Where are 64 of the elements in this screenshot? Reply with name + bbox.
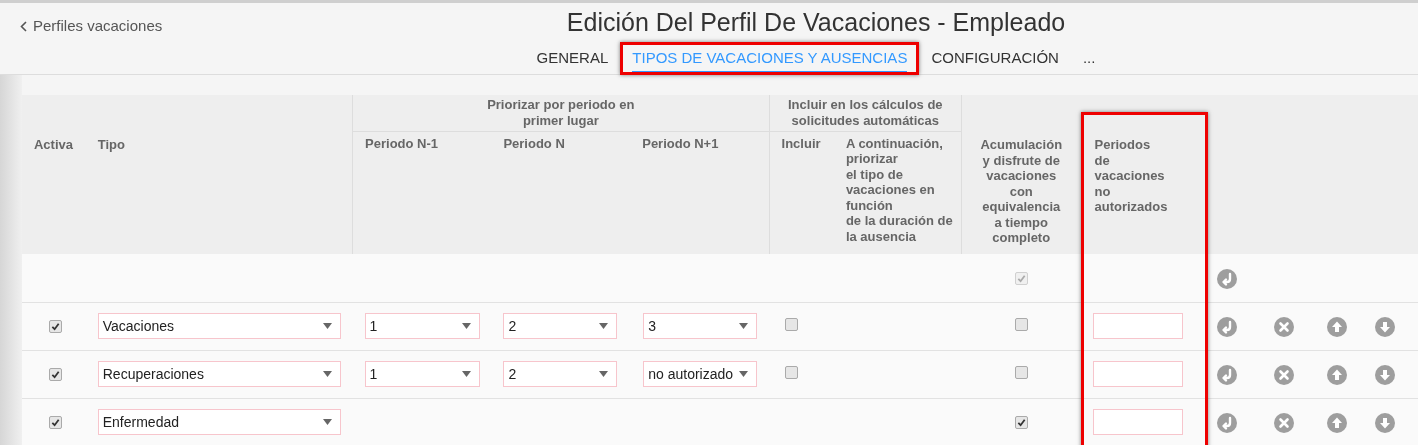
- arrow-down-icon[interactable]: [1375, 316, 1396, 337]
- column-header: Periodos de vacaciones no autorizados: [1094, 137, 1168, 214]
- tab[interactable]: CONFIGURACIÓN: [931, 46, 1059, 73]
- column-header: Periodo N+1: [642, 135, 719, 151]
- delete-icon[interactable]: [1274, 364, 1294, 385]
- column-header: Acumulación y disfrute de vacaciones con equivalencia a tiempo completo: [980, 137, 1063, 245]
- caret-icon: [739, 371, 749, 377]
- input-field[interactable]: [1093, 361, 1184, 387]
- dropdown[interactable]: 3: [643, 313, 758, 339]
- dropdown[interactable]: 1: [364, 313, 480, 339]
- column-header: Incluir: [781, 135, 821, 151]
- arrow-down-icon[interactable]: [1375, 364, 1396, 385]
- caret-icon: [461, 323, 471, 329]
- checkbox[interactable]: [1014, 318, 1028, 331]
- checkbox[interactable]: [1014, 416, 1028, 430]
- back-link[interactable]: Perfiles vacaciones: [20, 15, 163, 38]
- column-header: Tipo: [97, 137, 125, 152]
- caret-icon: [599, 323, 609, 329]
- checkmark-icon: [1016, 273, 1026, 283]
- dropdown[interactable]: Enfermedad: [97, 409, 341, 436]
- return-icon[interactable]: [1217, 413, 1238, 433]
- delete-icon[interactable]: [1274, 316, 1294, 337]
- column-header: Activa: [33, 137, 73, 152]
- arrow-up-icon[interactable]: [1326, 364, 1347, 385]
- caret-icon: [322, 323, 332, 329]
- checkbox[interactable]: [49, 416, 63, 430]
- tab[interactable]: GENERAL: [536, 46, 609, 73]
- arrow-up-icon[interactable]: [1326, 413, 1347, 433]
- caret-icon: [739, 323, 749, 329]
- input-field[interactable]: [1093, 409, 1184, 436]
- dropdown[interactable]: Recuperaciones: [97, 361, 341, 387]
- return-icon[interactable]: [1217, 364, 1238, 385]
- dropdown[interactable]: Vacaciones: [97, 313, 341, 339]
- checkbox[interactable]: [785, 318, 799, 331]
- column-group-header: Priorizar por periodo en primer lugar: [487, 97, 635, 128]
- caret-icon: [322, 371, 332, 377]
- dropdown[interactable]: 1: [364, 361, 480, 387]
- arrow-up-icon[interactable]: [1326, 316, 1347, 337]
- caret-icon: [461, 371, 471, 377]
- page-title: Edición Del Perfil De Vacaciones - Empleado: [566, 7, 1066, 38]
- column-header: A continuación, priorizar el tipo de vacaciones en función de la duración de la ausencia: [845, 135, 954, 244]
- caret-icon: [322, 419, 332, 426]
- checkbox[interactable]: [49, 368, 63, 381]
- checkbox[interactable]: [785, 366, 799, 379]
- dropdown[interactable]: no autorizado: [643, 361, 758, 387]
- column-group-header: Incluir en los cálculos de solicitudes automáticas: [788, 97, 943, 128]
- checkmark-icon: [51, 418, 61, 428]
- return-icon[interactable]: [1217, 316, 1238, 337]
- column-header: Periodo N: [503, 135, 565, 151]
- checkbox[interactable]: [1014, 366, 1028, 379]
- column-header: Periodo N-1: [365, 135, 439, 151]
- checkmark-icon: [51, 370, 61, 379]
- chevron-left-icon: [20, 20, 27, 32]
- dropdown[interactable]: 2: [503, 313, 618, 339]
- caret-icon: [599, 371, 609, 377]
- input-field[interactable]: [1093, 313, 1184, 339]
- checkmark-icon: [51, 322, 61, 331]
- delete-icon[interactable]: [1274, 413, 1294, 433]
- checkbox[interactable]: [49, 320, 63, 333]
- tab[interactable]: ...: [1082, 46, 1096, 73]
- return-icon[interactable]: [1217, 268, 1238, 289]
- checkmark-icon: [1016, 418, 1026, 428]
- dropdown[interactable]: 2: [503, 361, 618, 387]
- arrow-down-icon[interactable]: [1375, 413, 1396, 433]
